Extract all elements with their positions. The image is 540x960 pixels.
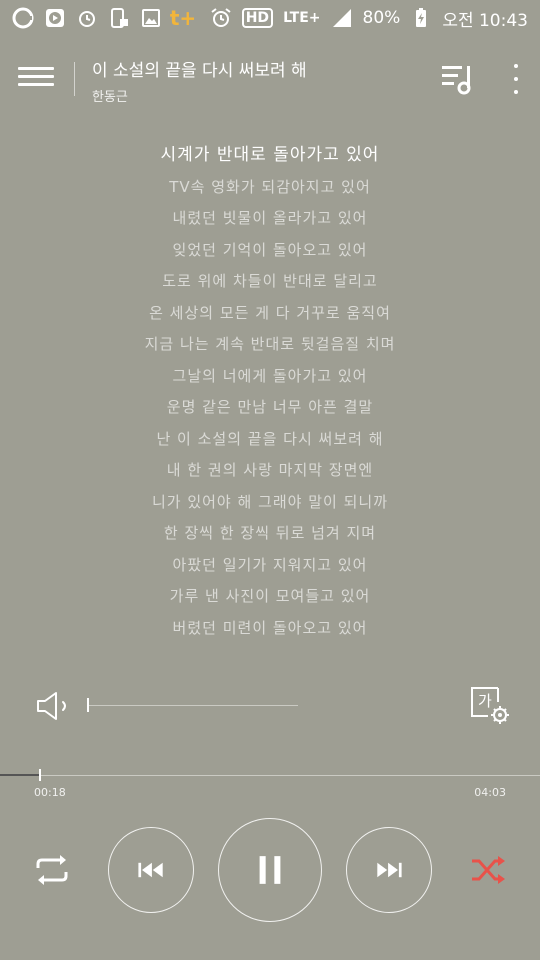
- shuffle-icon: [472, 856, 505, 884]
- song-title: 이 소설의 끝을 다시 써보려 해: [92, 61, 307, 81]
- signal-strength-icon: [331, 7, 353, 29]
- previous-track-button[interactable]: [108, 827, 194, 913]
- video-player-icon: [44, 7, 66, 29]
- clock: 오전 10:43: [442, 10, 528, 31]
- lyric-line[interactable]: 내 한 권의 사랑 마지막 장면엔: [0, 455, 540, 487]
- lyric-line[interactable]: 난 이 소설의 끝을 다시 써보려 해: [0, 424, 540, 456]
- tplus-icon: t+: [169, 6, 197, 30]
- skip-previous-icon: [138, 862, 163, 878]
- lyric-line[interactable]: 내렸던 빗물이 올라가고 있어: [0, 203, 540, 235]
- volume-button[interactable]: [36, 690, 76, 722]
- battery-percent: 80%: [362, 8, 401, 28]
- total-time: 04:03: [474, 786, 506, 799]
- status-bar: t+ HD LTE+ 80% 오전 10:43: [0, 0, 540, 36]
- artist-name: 한동근: [92, 90, 128, 105]
- gallery-icon: [140, 7, 162, 29]
- alarm-clock-icon: [210, 7, 232, 29]
- menu-icon-bar: [18, 75, 54, 78]
- pause-icon: [259, 856, 281, 884]
- hd-voice-icon: HD: [241, 8, 274, 28]
- volume-row: 가: [0, 686, 540, 726]
- pause-button[interactable]: [218, 818, 322, 922]
- skip-next-icon: [377, 862, 402, 878]
- lyric-line-current[interactable]: 시계가 반대로 돌아가고 있어: [0, 140, 540, 172]
- repeat-button[interactable]: [30, 848, 74, 892]
- lyric-line[interactable]: 가루 낸 사진이 모여들고 있어: [0, 581, 540, 613]
- next-track-button[interactable]: [346, 827, 432, 913]
- speaker-icon: [37, 692, 66, 720]
- lyric-line[interactable]: TV속 영화가 되감아지고 있어: [0, 172, 540, 204]
- menu-icon-bar: [18, 83, 54, 86]
- seek-bar-track[interactable]: [0, 775, 540, 776]
- playlist-icon: [442, 66, 471, 95]
- shuffle-button[interactable]: [466, 848, 510, 892]
- phone-transfer-icon: [108, 7, 130, 29]
- player-header: 이 소설의 끝을 다시 써보려 해 한동근: [0, 50, 540, 110]
- olleh-logo-icon: [12, 7, 34, 29]
- network-type-label: LTE+: [283, 10, 321, 26]
- elapsed-time: 00:18: [34, 786, 66, 799]
- lyric-line[interactable]: 잊었던 기억이 돌아오고 있어: [0, 235, 540, 267]
- status-left-icons: t+: [12, 6, 197, 30]
- lyric-line[interactable]: 운명 같은 만남 너무 아픈 결말: [0, 392, 540, 424]
- playback-controls: [0, 818, 540, 922]
- menu-icon: [18, 67, 54, 70]
- alarm-icon: [76, 7, 98, 29]
- lyrics-panel[interactable]: 시계가 반대로 돌아가고 있어 TV속 영화가 되감아지고 있어 내렸던 빗물이…: [0, 140, 540, 644]
- playlist-button[interactable]: [440, 62, 476, 96]
- lyric-line[interactable]: 니가 있어야 해 그래야 말이 되니까: [0, 487, 540, 519]
- battery-charging-icon: [410, 7, 432, 29]
- lyric-line[interactable]: 도로 위에 차들이 반대로 달리고: [0, 266, 540, 298]
- lyric-line[interactable]: 그날의 너에게 돌아가고 있어: [0, 361, 540, 393]
- repeat-icon: [36, 855, 68, 885]
- more-vert-icon: [514, 64, 518, 68]
- lyric-line[interactable]: 온 세상의 모든 게 다 거꾸로 움직여: [0, 298, 540, 330]
- lyric-line[interactable]: 한 장씩 한 장씩 뒤로 넘겨 지며: [0, 518, 540, 550]
- lyric-line[interactable]: 아팠던 일기가 지워지고 있어: [0, 550, 540, 582]
- volume-slider-thumb[interactable]: [87, 698, 89, 712]
- menu-button[interactable]: [18, 62, 54, 92]
- font-setting-label: 가: [478, 692, 492, 710]
- lyric-line[interactable]: 버렸던 미련이 돌아오고 있어: [0, 613, 540, 645]
- volume-slider-track[interactable]: [88, 705, 298, 706]
- seek-bar-thumb[interactable]: [39, 769, 41, 781]
- lyric-line[interactable]: 지금 나는 계속 반대로 뒷걸음질 치며: [0, 329, 540, 361]
- status-right-icons: HD LTE+ 80% 오전 10:43: [210, 6, 528, 31]
- seek-bar[interactable]: [0, 768, 540, 784]
- header-divider: [74, 62, 75, 96]
- lyrics-font-setting-button[interactable]: 가: [470, 686, 512, 726]
- more-options-button[interactable]: [506, 62, 526, 96]
- seek-bar-fill: [0, 774, 40, 776]
